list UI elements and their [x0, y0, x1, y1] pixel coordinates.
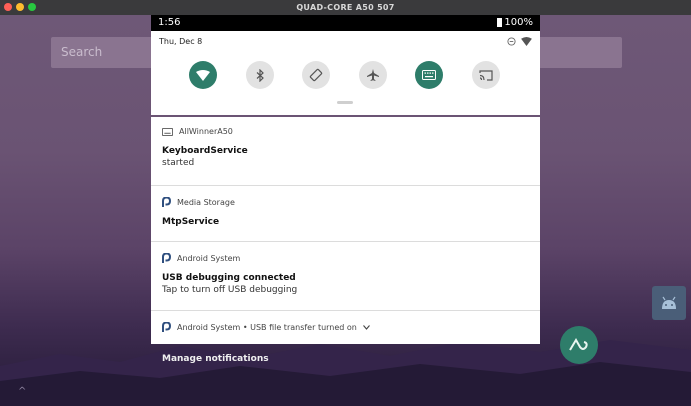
battery-level: 100% [504, 17, 533, 28]
qs-tile-cast[interactable] [471, 61, 500, 89]
search-placeholder: Search [61, 45, 103, 59]
infinity-logo-icon [569, 338, 588, 351]
manage-notifications-button[interactable]: Manage notifications [162, 354, 269, 364]
qs-tile-airplane-mode[interactable] [358, 61, 387, 89]
android-system-icon [162, 322, 171, 332]
notification-text: Tap to turn off USB debugging [162, 285, 298, 295]
window-title: QUAD-CORE A50 507 [296, 3, 395, 12]
keyboard-icon [162, 127, 173, 136]
keyboard-icon [422, 70, 436, 80]
status-time: 1:56 [158, 17, 181, 28]
qs-tile-wifi[interactable] [189, 61, 217, 89]
notification-usb-file-transfer[interactable]: Android System • USB file transfer turne… [151, 311, 540, 344]
auto-rotate-icon [309, 68, 323, 82]
notification-list: AllWinnerA50 KeyboardService started Med… [151, 117, 540, 344]
cast-icon [478, 69, 493, 81]
status-bar: 1:56 100% [151, 15, 540, 31]
quick-settings-panel: Thu, Dec 8 [151, 31, 540, 115]
notification-app-name: Android System [177, 253, 241, 263]
app-launcher-fab[interactable] [560, 326, 598, 364]
chevron-up-icon[interactable]: ^ [18, 386, 26, 397]
minimize-window-button[interactable] [16, 3, 24, 11]
notification-title: MtpService [162, 217, 220, 227]
notification-usb-debugging[interactable]: Android System USB debugging connected T… [151, 242, 540, 311]
notification-keyboard-service[interactable]: AllWinnerA50 KeyboardService started [151, 117, 540, 186]
notification-title: USB debugging connected [162, 273, 296, 283]
android-app-icon[interactable] [652, 286, 686, 320]
notification-text: started [162, 158, 195, 168]
qs-expand-handle[interactable] [337, 101, 353, 104]
chevron-down-icon[interactable] [362, 324, 370, 330]
close-window-button[interactable] [4, 3, 12, 11]
android-system-icon [162, 253, 171, 263]
android-system-icon [162, 197, 171, 207]
qs-tile-bluetooth[interactable] [245, 61, 274, 89]
wifi-signal-icon [521, 37, 532, 46]
qs-date[interactable]: Thu, Dec 8 [159, 37, 202, 46]
notification-app-name: AllWinnerA50 [179, 127, 233, 136]
airplane-mode-icon [366, 69, 379, 81]
zoom-window-button[interactable] [28, 3, 36, 11]
qs-tile-keyboard[interactable] [415, 61, 443, 89]
notification-app-name: Android System • USB file transfer turne… [177, 322, 357, 332]
notification-app-name: Media Storage [177, 197, 235, 207]
notification-mtp-service[interactable]: Media Storage MtpService [151, 186, 540, 242]
battery-icon [497, 18, 503, 27]
wifi-icon [196, 69, 210, 81]
do-not-disturb-icon [507, 37, 516, 46]
qs-tile-auto-rotate[interactable] [302, 61, 330, 89]
window-titlebar: QUAD-CORE A50 507 [0, 0, 691, 15]
notification-title: KeyboardService [162, 146, 248, 156]
bluetooth-icon [256, 68, 264, 82]
